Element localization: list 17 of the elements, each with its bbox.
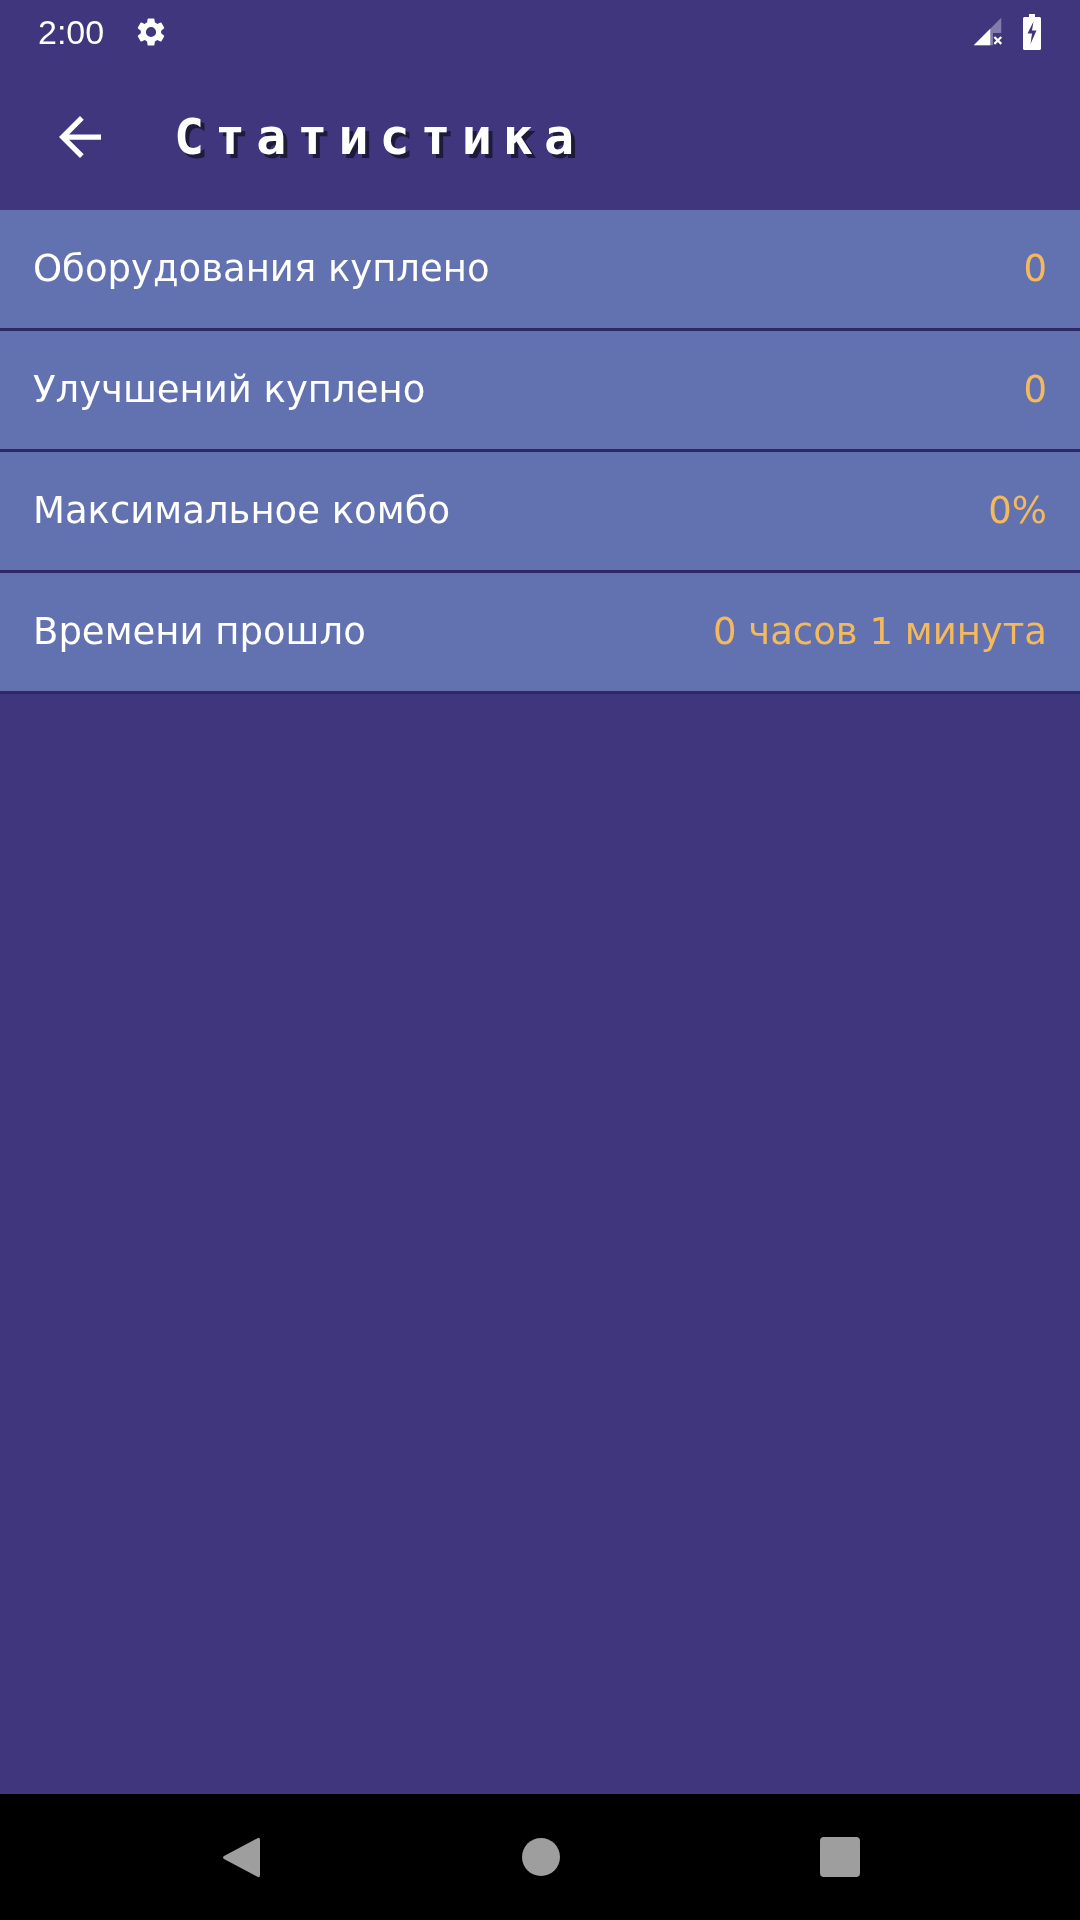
stat-value: 0% xyxy=(988,488,1047,535)
stat-label: Времени прошло xyxy=(33,609,366,656)
triangle-icon xyxy=(222,1835,260,1879)
battery-charging-icon xyxy=(1022,13,1042,50)
screen-title: Статистика xyxy=(174,111,586,162)
stat-label: Максимальное комбо xyxy=(33,488,451,535)
nav-back-button[interactable] xyxy=(220,1835,262,1879)
stat-value: 0 xyxy=(1023,367,1047,414)
square-icon xyxy=(820,1837,860,1877)
stat-label: Оборудования куплено xyxy=(33,246,490,293)
stat-value: 0 xyxy=(1023,246,1047,293)
status-time: 2:00 xyxy=(38,14,105,49)
home-button[interactable] xyxy=(522,1838,560,1876)
stat-label: Улучшений куплено xyxy=(33,367,426,414)
arrow-left-icon xyxy=(58,115,101,158)
circle-icon xyxy=(522,1838,560,1876)
stat-value: 0 часов 1 минута xyxy=(713,609,1047,656)
